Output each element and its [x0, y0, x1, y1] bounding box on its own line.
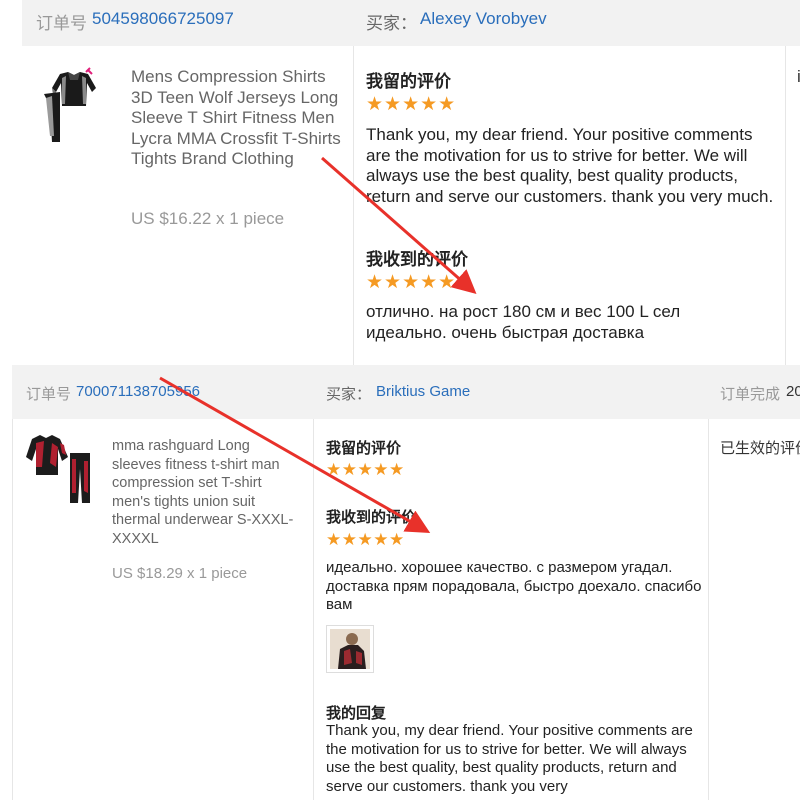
order-number-link[interactable]: 504598066725097: [92, 9, 234, 29]
buyer-label: 买家：: [326, 386, 372, 403]
received-review-stars: ★★★★★: [326, 530, 405, 549]
order-header: 订单号 504598066725097 买家： Alexey Vorobyev: [22, 0, 800, 46]
buyer-name-link[interactable]: Alexey Vorobyev: [420, 9, 547, 29]
my-review-stars: ★★★★★: [366, 94, 457, 115]
my-review-text: Thank you, my dear friend. Your positive…: [366, 125, 774, 206]
product-title-link[interactable]: mma rashguard Long sleeves fitness t-shi…: [112, 437, 302, 548]
buyer-label: 买家：: [366, 14, 417, 33]
my-review-heading: 我留的评价: [326, 440, 402, 457]
my-reply-heading: 我的回复: [326, 705, 387, 722]
review-photo-thumbnail[interactable]: [326, 625, 374, 673]
order-header: 订单号 700071138705956 买家： Briktius Game 订单…: [12, 365, 800, 419]
my-reply-text: Thank you, my dear friend. Your positive…: [326, 722, 693, 796]
product-title-link[interactable]: Mens Compression Shirts 3D Teen Wolf Jer…: [131, 67, 351, 170]
received-review-stars: ★★★★★: [366, 272, 457, 293]
product-image[interactable]: [24, 433, 98, 505]
order-completed-label: 订单完成: [720, 386, 781, 403]
buyer-name-link[interactable]: Briktius Game: [376, 383, 470, 400]
my-review-heading: 我留的评价: [366, 72, 451, 91]
order-number-label: 订单号: [26, 386, 72, 403]
received-review-heading: 我收到的评价: [366, 250, 468, 269]
order-number-label: 订单号: [36, 14, 87, 33]
order-card-2: 订单号 700071138705956 买家： Briktius Game 订单…: [0, 365, 800, 800]
order-completed-value: 20: [786, 383, 800, 400]
review-status-text: 已生效的评价: [720, 440, 800, 457]
product-image[interactable]: [38, 66, 110, 146]
order-card-1: 订单号 504598066725097 买家： Alexey Vorobyev …: [22, 0, 800, 365]
received-review-text: идеально. хорошее качество. с размером у…: [326, 559, 702, 614]
my-review-stars: ★★★★★: [326, 460, 405, 479]
received-review-heading: 我收到的评价: [326, 509, 417, 526]
received-review-text: отлично. на рост 180 см и вес 100 L сел …: [366, 302, 681, 342]
product-price: US $16.22 x 1 piece: [131, 209, 285, 228]
order-number-link[interactable]: 700071138705956: [76, 383, 200, 400]
product-price: US $18.29 x 1 piece: [112, 565, 248, 582]
